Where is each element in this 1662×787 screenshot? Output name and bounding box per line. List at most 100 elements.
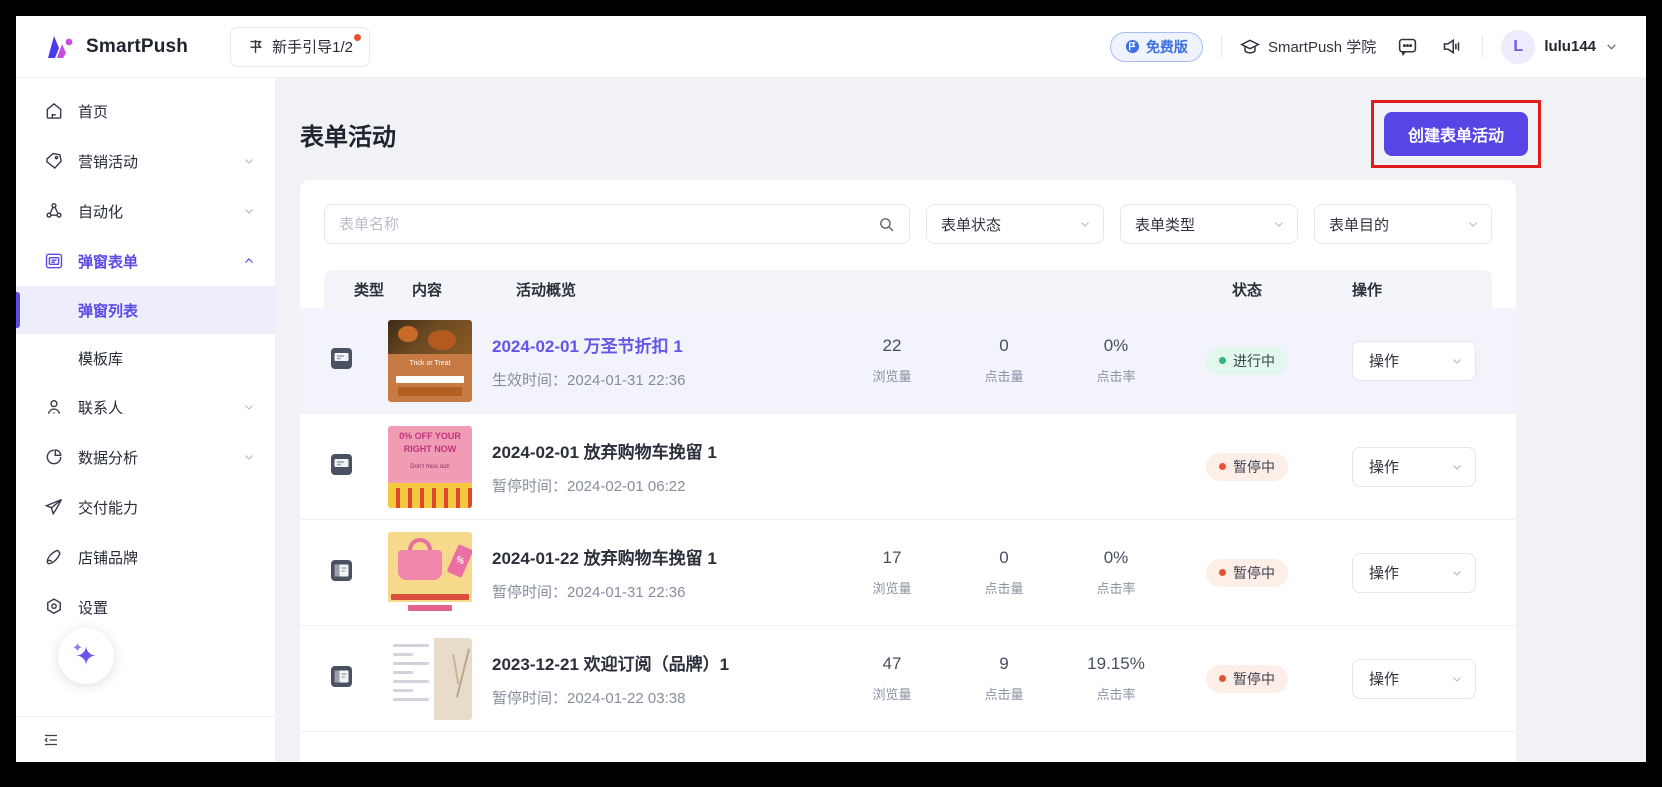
table-row[interactable]: Trick or Treat 2024-02-01 万圣节折扣 1 生效时间：2… [300,308,1516,414]
campaign-time: 暂停时间：2024-01-22 03:38 [492,687,826,708]
campaign-title[interactable]: 2023-12-21 欢迎订阅（品牌）1 [492,650,826,675]
campaign-thumbnail[interactable]: 0% OFF YOUR RIGHT NOW Don't miss out! [388,426,472,508]
sidebar-item-label: 弹窗表单 [78,251,229,272]
chevron-down-icon [243,205,255,217]
popup-type-icon [330,453,353,476]
status-dot-icon [1219,463,1226,470]
beginner-guide-button[interactable]: 新手引导1/2 [230,27,370,67]
divider [1482,36,1483,58]
sidebar-item-template-library[interactable]: 模板库 [16,334,275,382]
pie-chart-icon [44,447,64,467]
sidebar-item-label: 模板库 [78,348,123,369]
popup-form-icon [44,251,64,271]
contacts-icon [44,397,64,417]
column-header-content: 内容 [412,279,516,300]
campaign-title[interactable]: 2024-01-22 放弃购物车挽留 1 [492,544,826,569]
embed-type-icon [330,559,353,582]
table-row[interactable]: 2023-12-21 欢迎订阅（品牌）1 暂停时间：2024-01-22 03:… [300,626,1516,732]
sidebar-item-automation[interactable]: 自动化 [16,186,275,236]
chevron-down-icon [1451,567,1463,579]
chat-icon [1397,36,1418,57]
sidebar-item-popup-forms[interactable]: 弹窗表单 [16,236,275,286]
row-actions-dropdown[interactable]: 操作 [1352,553,1476,593]
row-actions-dropdown[interactable]: 操作 [1352,659,1476,699]
campaign-stats: 47浏览量 9点击量 19.15%点击率 [836,654,1172,703]
user-menu[interactable]: L lulu144 [1501,30,1618,64]
academy-link[interactable]: SmartPush 学院 [1240,36,1376,57]
chevron-down-icon [1451,673,1463,685]
form-name-search[interactable] [324,204,910,244]
row-actions-dropdown[interactable]: 操作 [1352,341,1476,381]
status-badge: 进行中 [1206,347,1288,375]
sidebar-item-label: 交付能力 [78,497,255,518]
chevron-down-icon [243,451,255,463]
column-header-status: 状态 [1172,279,1322,300]
status-badge: 暂停中 [1206,453,1288,481]
automation-icon [44,201,64,221]
chevron-down-icon [1273,218,1285,230]
form-type-select[interactable]: 表单类型 [1120,204,1298,244]
sidebar-item-marketing[interactable]: 营销活动 [16,136,275,186]
campaign-thumbnail[interactable]: Trick or Treat [388,320,472,402]
form-status-select[interactable]: 表单状态 [926,204,1104,244]
search-icon[interactable] [878,216,895,233]
paper-plane-icon [44,497,64,517]
form-purpose-select[interactable]: 表单目的 [1314,204,1492,244]
sidebar-item-popup-list[interactable]: 弹窗列表 [16,286,275,334]
chevron-down-icon [243,155,255,167]
sidebar-item-contacts[interactable]: 联系人 [16,382,275,432]
home-icon [44,101,64,121]
collapse-sidebar-button[interactable] [42,731,60,749]
campaign-title[interactable]: 2024-02-01 放弃购物车挽留 1 [492,438,826,463]
notification-dot [354,34,361,41]
ai-assistant-button[interactable]: ✦ ✦ [58,628,114,684]
row-actions-dropdown[interactable]: 操作 [1352,447,1476,487]
create-form-campaign-button[interactable]: 创建表单活动 [1384,112,1528,156]
table-row[interactable]: 2024-01-22 放弃购物车挽留 1 暂停时间：2024-01-31 22:… [300,520,1516,626]
chevron-down-icon [1467,218,1479,230]
campaign-time: 暂停时间：2024-01-31 22:36 [492,581,826,602]
sidebar-item-deliverability[interactable]: 交付能力 [16,482,275,532]
campaign-time: 暂停时间：2024-02-01 06:22 [492,475,826,496]
status-badge: 暂停中 [1206,559,1288,587]
status-badge: 暂停中 [1206,665,1288,693]
sidebar-item-label: 弹窗列表 [78,300,138,321]
select-label: 表单目的 [1329,214,1389,235]
ctr-value: 0% [1060,336,1172,356]
page-title: 表单活动 [300,117,396,152]
feedback-button[interactable] [1394,34,1420,60]
campaign-stats: 17浏览量 0点击量 0%点击率 [836,548,1172,597]
brand-name: SmartPush [86,36,188,58]
campaign-title-link[interactable]: 2024-02-01 万圣节折扣 1 [492,332,826,357]
divider [1221,36,1222,58]
clicks-value: 0 [948,336,1060,356]
brand-logo[interactable]: SmartPush [46,34,188,60]
annotation-highlight-box: 创建表单活动 [1371,100,1541,168]
campaign-thumbnail[interactable] [388,638,472,720]
sidebar: 首页 营销活动 自动化 [16,78,276,762]
campaign-thumbnail[interactable] [388,532,472,614]
graduation-cap-icon [1240,37,1260,57]
sidebar-item-home[interactable]: 首页 [16,86,275,136]
sidebar-item-label: 联系人 [78,397,229,418]
smartpush-logo-icon [46,34,76,60]
table-row[interactable]: 0% OFF YOUR RIGHT NOW Don't miss out! 20… [300,414,1516,520]
action-label: 操作 [1369,350,1399,371]
search-input[interactable] [339,216,878,233]
academy-label: SmartPush 学院 [1268,36,1376,57]
plan-badge[interactable]: 免费版 [1110,32,1203,62]
table-header: 类型 内容 活动概览 状态 操作 [324,270,1492,308]
sidebar-item-label: 数据分析 [78,447,229,468]
app-window: SmartPush 新手引导1/2 免费版 SmartPush 学院 [16,16,1646,762]
sidebar-item-label: 首页 [78,101,255,122]
avatar: L [1501,30,1535,64]
sidebar-item-store-brand[interactable]: 店铺品牌 [16,532,275,582]
chevron-down-icon [1605,40,1618,53]
announcements-button[interactable] [1438,34,1464,60]
embed-type-icon [330,665,353,688]
ctr-label: 点击率 [1060,366,1172,385]
sidebar-item-settings[interactable]: 设置 [16,582,275,632]
sidebar-item-analytics[interactable]: 数据分析 [16,432,275,482]
user-name: lulu144 [1544,38,1596,55]
chevron-down-icon [1079,218,1091,230]
